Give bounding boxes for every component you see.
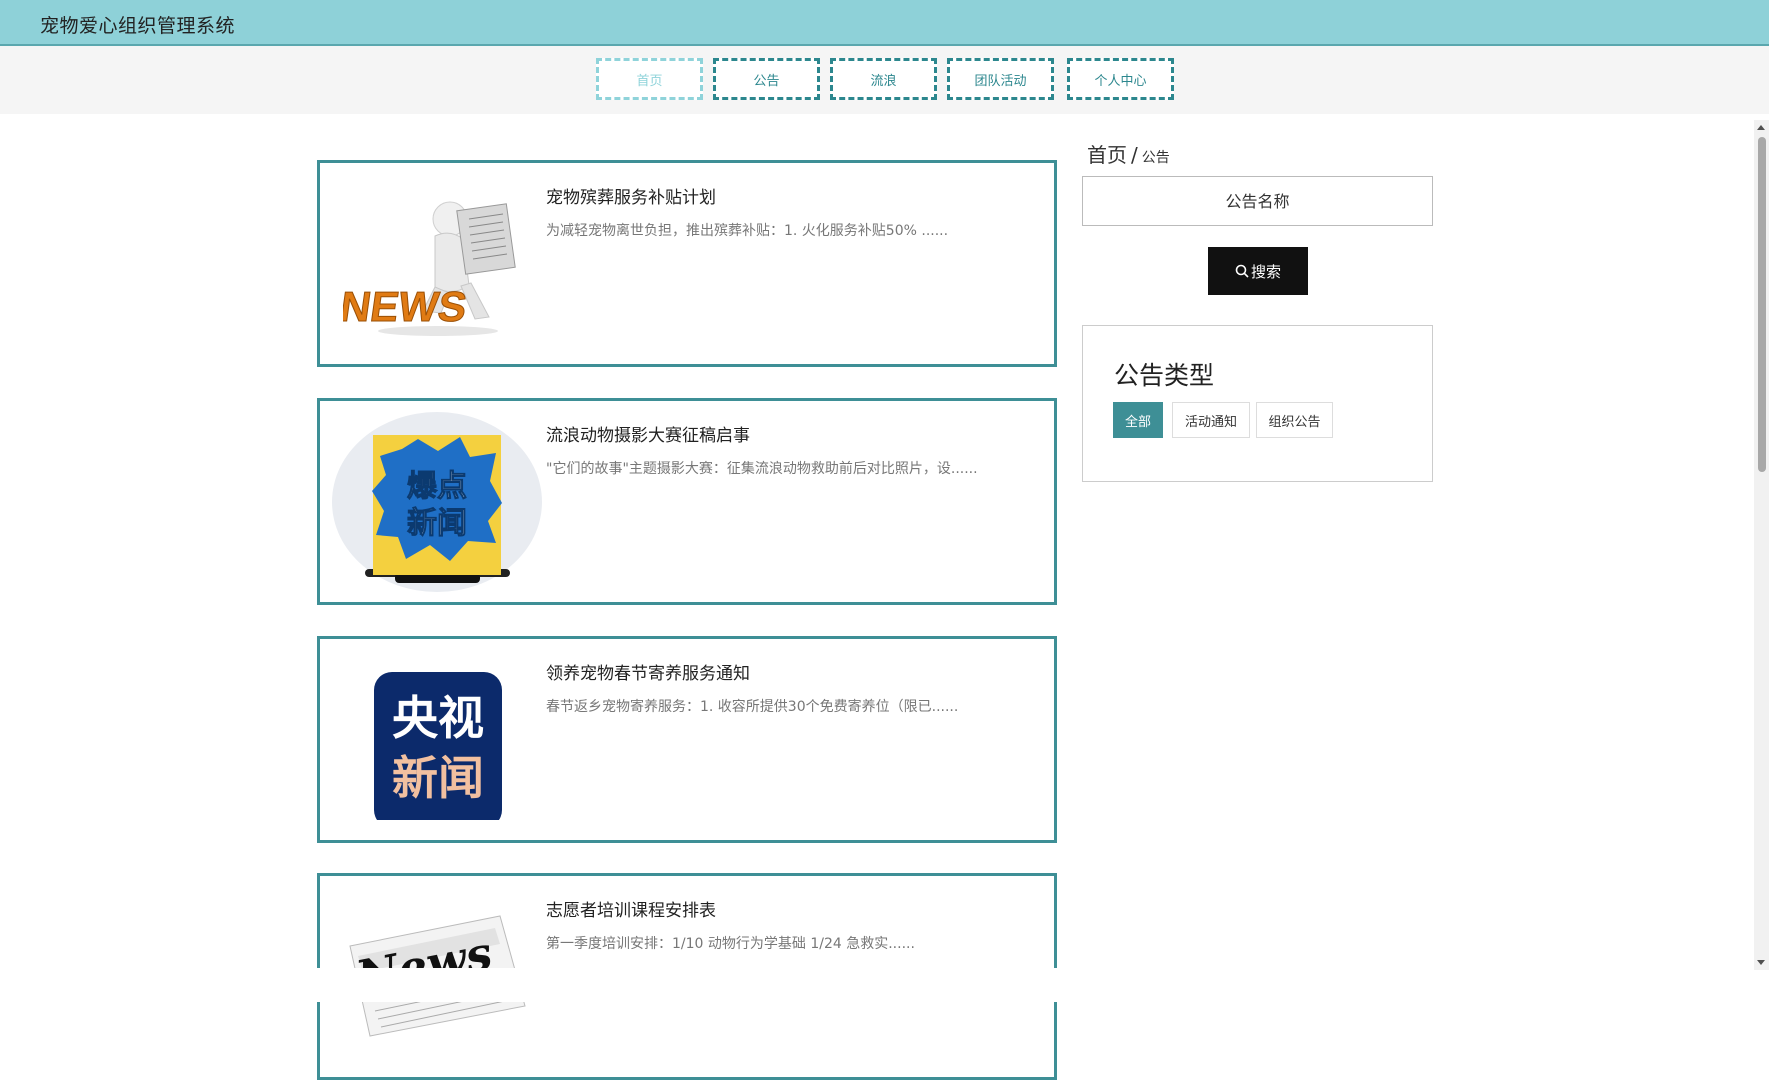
breadcrumb: 首页 / 公告 [1087,139,1170,168]
nav-item-notices[interactable]: 公告 [713,58,820,100]
breaking-news-image: 爆点 新闻 [330,411,545,593]
news-man-reading-image: NEWS [330,173,545,355]
notice-title[interactable]: 领养宠物春节寄养服务通知 [546,659,750,684]
breadcrumb-current: 公告 [1141,150,1170,166]
notice-title[interactable]: 宠物殡葬服务补贴计划 [546,183,716,208]
notice-card[interactable]: NEWS 宠物殡葬服务补贴计划 为减轻宠物离世负担，推出殡葬补贴：1. 火化服务… [317,160,1057,367]
notice-summary: 春节返乡宠物寄养服务：1. 收容所提供30个免费寄养位（限已...... [546,699,959,715]
search-icon [1235,264,1249,278]
breadcrumb-home[interactable]: 首页 [1087,143,1127,167]
type-filter-activity-notice[interactable]: 活动通知 [1172,402,1250,438]
notice-type-filter: 公告类型 全部 活动通知 组织公告 [1082,325,1433,482]
notice-title[interactable]: 流浪动物摄影大赛征稿启事 [546,421,750,446]
svg-text:新闻: 新闻 [407,506,467,541]
nav-item-team-activities[interactable]: 团队活动 [947,58,1054,100]
cctv-news-logo-image: 央视 新闻 [330,649,545,831]
page-bottom-area [0,968,1769,1002]
scrollbar-thumb[interactable] [1758,137,1766,472]
nav-item-personal-center[interactable]: 个人中心 [1067,58,1174,100]
notice-type-heading: 公告类型 [1114,361,1215,390]
nav-item-stray[interactable]: 流浪 [830,58,937,100]
notice-summary: "它们的故事"主题摄影大赛：征集流浪动物救助前后对比照片，设...... [546,461,978,477]
scroll-up-arrow-icon[interactable] [1757,125,1765,130]
app-title: 宠物爱心组织管理系统 [40,15,236,37]
notice-summary: 第一季度培训安排：1/10 动物行为学基础 1/24 急救实...... [546,936,915,952]
breaking-news-text: 爆点 [407,469,467,504]
main-navigation: 首页 公告 流浪 团队活动 个人中心 [0,46,1769,114]
nav-item-home[interactable]: 首页 [596,58,703,100]
svg-text:央视: 央视 [392,691,484,745]
search-button-label: 搜索 [1250,262,1281,281]
svg-text:新闻: 新闻 [392,751,484,805]
notice-card[interactable]: 爆点 新闻 流浪动物摄影大赛征稿启事 "它们的故事"主题摄影大赛：征集流浪动物救… [317,398,1057,605]
type-filter-organization-notice[interactable]: 组织公告 [1256,402,1333,438]
search-button[interactable]: 搜索 [1208,247,1308,295]
breadcrumb-separator: / [1131,143,1138,167]
vertical-scrollbar[interactable] [1754,120,1769,970]
notice-card[interactable]: 央视 新闻 领养宠物春节寄养服务通知 春节返乡宠物寄养服务：1. 收容所提供30… [317,636,1057,843]
notice-summary: 为减轻宠物离世负担，推出殡葬补贴：1. 火化服务补贴50% ...... [546,223,949,239]
notice-name-search-input[interactable] [1082,176,1433,226]
news-image-text: NEWS [343,283,470,330]
top-header-bar: 宠物爱心组织管理系统 [0,0,1769,46]
notice-title[interactable]: 志愿者培训课程安排表 [546,896,716,921]
scroll-down-arrow-icon[interactable] [1757,960,1765,965]
type-filter-all[interactable]: 全部 [1113,402,1163,438]
